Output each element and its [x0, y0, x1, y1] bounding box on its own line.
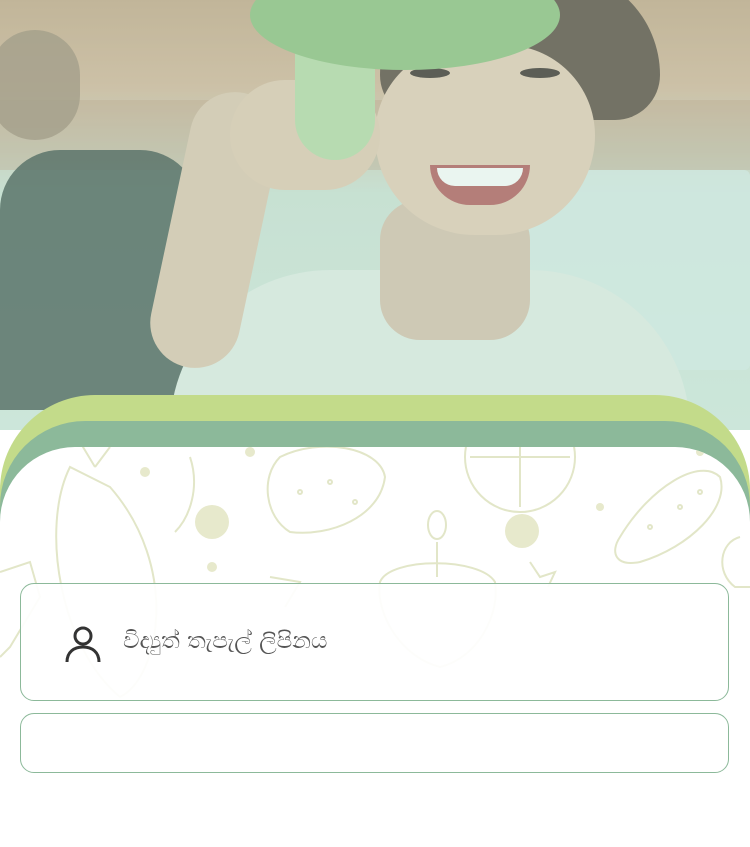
email-placeholder: විද්‍යුත් තැපැල් ලිපිනය — [123, 628, 328, 654]
email-field[interactable]: විද්‍යුත් තැපැල් ලිපිනය — [20, 583, 729, 701]
second-input-field[interactable] — [20, 713, 729, 773]
user-icon — [65, 626, 101, 663]
hero-photo — [0, 0, 750, 430]
